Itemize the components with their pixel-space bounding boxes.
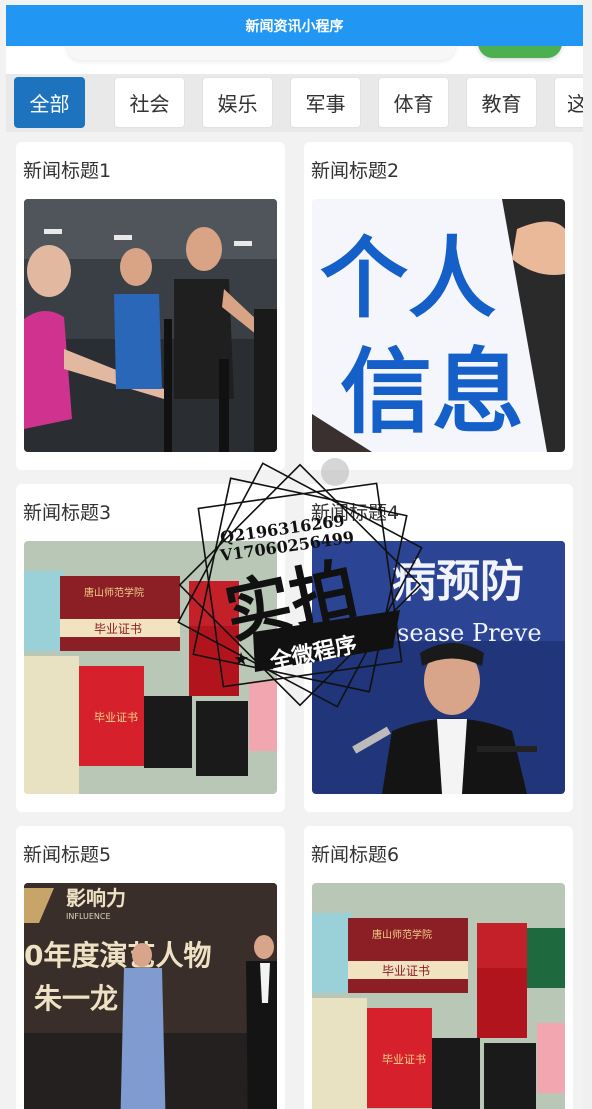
tab-military[interactable]: 军事 <box>290 77 361 128</box>
news-card[interactable]: 新闻标题6 唐山师范学院 毕业证书 毕业证书 <box>304 826 573 1109</box>
fitness-gym-photo <box>24 199 277 452</box>
news-card[interactable]: 新闻标题5 影响力 INFLUENCE 0年度演艺人物 朱一龙 <box>16 826 285 1109</box>
press-conference-photo: 病预防 sease Preve <box>312 541 565 794</box>
search-input[interactable] <box>66 46 456 60</box>
news-title: 新闻标题4 <box>311 502 400 524</box>
news-card[interactable]: 新闻标题1 <box>16 142 285 470</box>
news-title: 新闻标题6 <box>311 844 400 866</box>
svg-text:信息: 信息 <box>340 339 524 446</box>
svg-text:INFLUENCE: INFLUENCE <box>66 912 111 921</box>
svg-text:病预防: 病预防 <box>392 556 524 607</box>
svg-text:唐山师范学院: 唐山师范学院 <box>372 928 432 941</box>
personal-info-sign-photo: 个人 信息 <box>312 199 565 452</box>
svg-text:影响力: 影响力 <box>66 886 126 910</box>
svg-text:毕业证书: 毕业证书 <box>382 964 430 978</box>
diplomas-photo: 唐山师范学院 毕业证书 毕业证书 <box>312 883 565 1109</box>
svg-text:毕业证书: 毕业证书 <box>382 1053 426 1066</box>
svg-text:个人: 个人 <box>320 227 496 330</box>
diplomas-photo: 唐山师范学院 毕业证书 毕业证书 <box>24 541 277 794</box>
news-card[interactable]: 新闻标题3 唐山师范学院 毕业证书 毕业证书 <box>16 484 285 812</box>
news-grid: 新闻标题1 新闻标题2 个人 信息 新闻标题3 唐山师范学院 毕业证书 毕业证书… <box>6 132 583 1109</box>
svg-text:唐山师范学院: 唐山师范学院 <box>84 586 144 599</box>
tab-society[interactable]: 社会 <box>114 77 185 128</box>
news-card[interactable]: 新闻标题4 病预防 sease Preve <box>304 484 573 812</box>
news-title: 新闻标题2 <box>311 160 400 182</box>
tab-education[interactable]: 教育 <box>466 77 537 128</box>
news-card[interactable]: 新闻标题2 个人 信息 <box>304 142 573 470</box>
tab-entertainment[interactable]: 娱乐 <box>202 77 273 128</box>
svg-text:0年度演艺人物: 0年度演艺人物 <box>24 939 211 972</box>
tab-all[interactable]: 全部 <box>14 77 85 128</box>
tab-more[interactable]: 这 <box>554 77 583 128</box>
news-title: 新闻标题5 <box>23 844 112 866</box>
svg-text:毕业证书: 毕业证书 <box>94 711 138 724</box>
category-tabs: 全部 社会 娱乐 军事 体育 教育 这 <box>6 74 583 132</box>
search-area <box>6 46 583 74</box>
news-title: 新闻标题1 <box>23 160 112 182</box>
app-title-bar: 新闻资讯小程序 <box>6 5 583 46</box>
svg-text:毕业证书: 毕业证书 <box>94 622 142 636</box>
svg-text:朱一龙: 朱一龙 <box>34 982 118 1015</box>
search-button[interactable] <box>478 46 562 58</box>
news-title: 新闻标题3 <box>23 502 112 524</box>
award-stage-photo: 影响力 INFLUENCE 0年度演艺人物 朱一龙 <box>24 883 277 1109</box>
tab-sports[interactable]: 体育 <box>378 77 449 128</box>
app-title: 新闻资讯小程序 <box>245 18 344 35</box>
page-scrollbar[interactable] <box>583 0 592 1109</box>
svg-text:sease Preve: sease Preve <box>397 619 542 647</box>
